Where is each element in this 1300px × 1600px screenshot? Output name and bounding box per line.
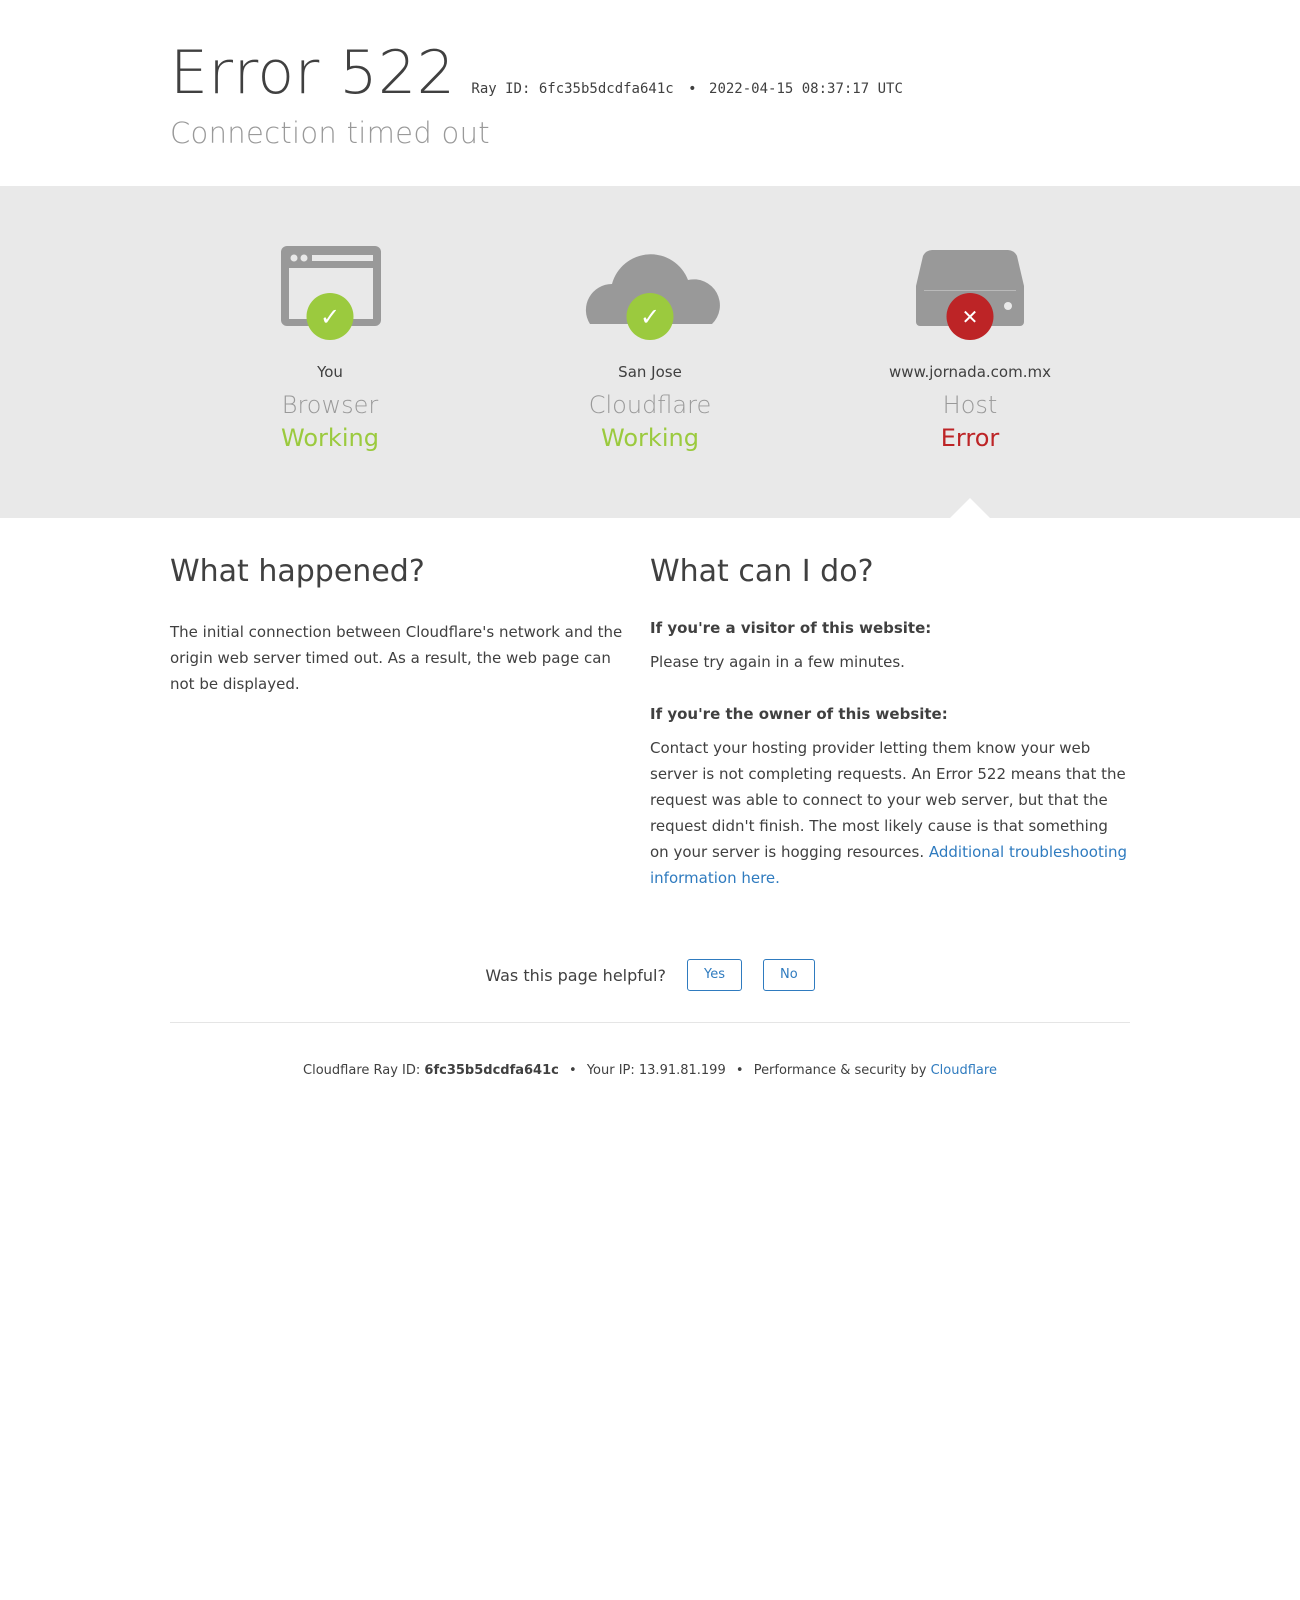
status-band: ✓ You Browser Working ✓ San Jose Cloudfl… [0, 186, 1300, 518]
status-error: Error [940, 424, 1000, 452]
check-icon: ✓ [306, 293, 354, 340]
what-happened-body: The initial connection between Cloudflar… [170, 623, 623, 693]
error-title: Error 522 [170, 38, 456, 108]
what-happened-heading: What happened? [170, 554, 425, 589]
status-working: Working [601, 424, 699, 452]
owner-body-paragraph: Contact your hosting provider letting th… [650, 735, 1130, 891]
node-role: Browser [281, 391, 379, 419]
footer-perf-label: Performance & security by [753, 1063, 927, 1078]
main-content: What happened? The initial connection be… [170, 554, 1130, 891]
feedback-no-button[interactable]: No [762, 959, 815, 991]
title-row: Error 522 Ray ID: 6fc35b5dcdfa641c • 202… [170, 40, 1130, 106]
node-host: ✕ www.jornada.com.mx Host Error [810, 246, 1130, 452]
feedback-yes-button[interactable]: Yes [686, 959, 742, 991]
what-can-i-do-heading: What can I do? [650, 554, 874, 589]
server-icon: ✕ [890, 246, 1050, 346]
feedback-section: Was this page helpful? Yes No [170, 959, 1130, 991]
node-location: You [317, 363, 343, 381]
cloudflare-link[interactable]: Cloudflare [931, 1063, 997, 1078]
bullet-separator: • [735, 1063, 744, 1078]
pointer-arrow [950, 498, 990, 518]
footer-divider [170, 1022, 1130, 1023]
visitor-body: Please try again in a few minutes. [650, 653, 905, 671]
footer: Cloudflare Ray ID: 6fc35b5dcdfa641c • Yo… [170, 1063, 1130, 1078]
footer-ray-label: Cloudflare Ray ID: [303, 1063, 421, 1078]
bullet-separator: • [688, 81, 697, 97]
bullet-separator: • [569, 1063, 577, 1078]
footer-ip: 13.91.81.199 [638, 1063, 726, 1078]
footer-ray-id: 6fc35b5dcdfa641c [424, 1063, 559, 1078]
feedback-question: Was this page helpful? [485, 965, 666, 985]
status-working: Working [281, 424, 379, 452]
browser-icon: ✓ [250, 246, 410, 346]
error-x-icon: ✕ [946, 293, 994, 340]
node-location: San Jose [618, 363, 682, 381]
owner-lead: If you're the owner of this website: [650, 705, 948, 723]
ray-id-line: Ray ID: 6fc35b5dcdfa641c • 2022-04-15 08… [471, 81, 902, 97]
visitor-lead: If you're a visitor of this website: [650, 619, 932, 637]
what-can-i-do-section: What can I do? If you're a visitor of th… [650, 554, 1130, 891]
node-cloudflare: ✓ San Jose Cloudflare Working [490, 246, 810, 452]
ray-id-text: Ray ID: 6fc35b5dcdfa641c [471, 81, 674, 97]
cloud-icon: ✓ [570, 246, 730, 346]
check-icon: ✓ [626, 293, 674, 340]
node-role: Cloudflare [588, 391, 712, 419]
page-header: Error 522 Ray ID: 6fc35b5dcdfa641c • 202… [0, 0, 1300, 186]
node-role: Host [942, 391, 998, 419]
node-location: www.jornada.com.mx [889, 363, 1051, 381]
what-happened-section: What happened? The initial connection be… [170, 554, 650, 891]
error-subtitle: Connection timed out [170, 116, 490, 150]
node-browser: ✓ You Browser Working [170, 246, 490, 452]
timestamp: 2022-04-15 08:37:17 UTC [709, 81, 903, 97]
footer-ip-label: Your IP: [586, 1063, 635, 1078]
